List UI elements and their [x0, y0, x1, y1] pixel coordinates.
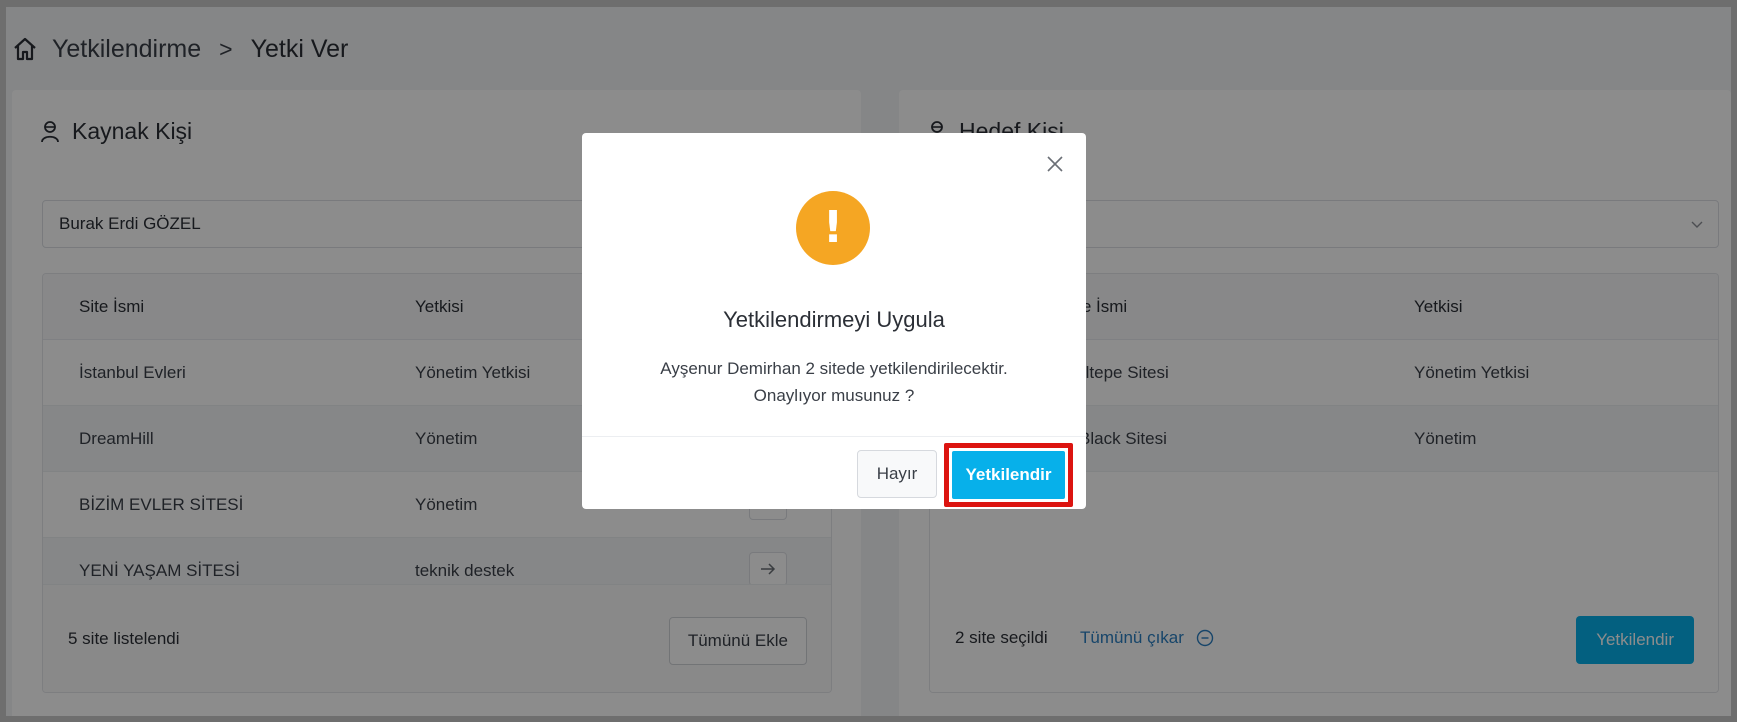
confirm-button[interactable]: Yetkilendir — [952, 451, 1065, 499]
dialog-message-line2: Onaylıyor musunuz ? — [753, 386, 915, 405]
warning-icon: ! — [796, 191, 870, 265]
dialog-message-line1: Ayşenur Demirhan 2 sitede yetkilendirile… — [660, 359, 1008, 378]
dialog-title: Yetkilendirmeyi Uygula — [723, 307, 945, 332]
cancel-button[interactable]: Hayır — [857, 450, 937, 498]
confirm-dialog: ! Yetkilendirmeyi Uygula Ayşenur Demirha… — [582, 133, 1086, 509]
dialog-message: Ayşenur Demirhan 2 sitede yetkilendirile… — [582, 355, 1086, 409]
close-icon[interactable] — [1046, 155, 1064, 173]
dialog-divider — [582, 436, 1086, 437]
